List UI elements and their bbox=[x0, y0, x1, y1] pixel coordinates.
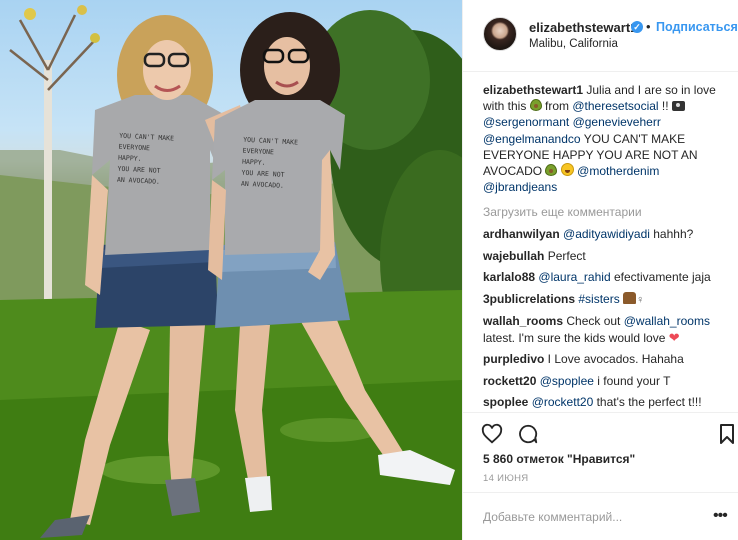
comment-username[interactable]: wallah_rooms bbox=[483, 314, 563, 328]
like-heart-icon[interactable] bbox=[481, 423, 503, 445]
grinning-emoji-icon bbox=[560, 163, 574, 177]
comment-mention[interactable]: @wallah_rooms bbox=[624, 314, 710, 328]
comment-username[interactable]: karlalo88 bbox=[483, 270, 535, 284]
comment-username[interactable]: purpledivo bbox=[483, 352, 544, 366]
caption-username[interactable]: elizabethstewart1 bbox=[483, 83, 583, 97]
avocado-emoji-icon bbox=[545, 164, 558, 177]
post-actions-bar bbox=[463, 412, 738, 452]
comment-item: ardhanwilyan @adityawidiyadi hahhh? bbox=[483, 226, 731, 242]
caption-mention[interactable]: @theresetsocial bbox=[572, 99, 658, 113]
comment-item: wajebullah Perfect bbox=[483, 248, 731, 264]
location-link[interactable]: Malibu, California bbox=[529, 38, 618, 50]
avatar[interactable] bbox=[483, 17, 517, 51]
follow-button[interactable]: Подписаться bbox=[656, 20, 738, 34]
speech-bubble-icon bbox=[519, 424, 538, 444]
avocado-emoji-icon bbox=[529, 99, 542, 112]
post-header: elizabethstewart1 ✓ • Подписаться Malibu… bbox=[463, 0, 738, 72]
comment-text: that's the perfect t!!! bbox=[593, 395, 702, 410]
header-username[interactable]: elizabethstewart1 bbox=[529, 20, 637, 35]
right-shirt-print: YOU CAN'T MAKE EVERYONE HAPPY. YOU ARE N… bbox=[241, 135, 334, 195]
comment-item: karlalo88 @laura_rahid efectivamente jaj… bbox=[483, 269, 731, 285]
more-options-icon[interactable]: ••• bbox=[713, 507, 728, 525]
caption-mention[interactable]: @sergenormant bbox=[483, 115, 569, 129]
camera-emoji-icon bbox=[671, 101, 685, 112]
post-caption: elizabethstewart1 Julia and I are so in … bbox=[483, 82, 731, 195]
comment-item: wallah_rooms Check out @wallah_rooms lat… bbox=[483, 313, 731, 345]
post-date: 14 ИЮНЯ bbox=[483, 473, 529, 484]
save-bookmark-icon[interactable] bbox=[719, 423, 735, 445]
bookmark-icon bbox=[720, 424, 734, 444]
comment-text: hahhh? bbox=[649, 227, 694, 242]
caption-text: from bbox=[541, 99, 573, 114]
photo-illustration bbox=[0, 5, 462, 540]
post-side-panel: elizabethstewart1 ✓ • Подписаться Malibu… bbox=[462, 0, 738, 540]
add-comment-input[interactable] bbox=[483, 507, 713, 527]
header-separator: • bbox=[646, 19, 651, 34]
comment-mention[interactable]: @laura_rahid bbox=[538, 270, 610, 284]
comment-item: 3publicrelations #sisters ♀ bbox=[483, 291, 731, 308]
caption-mention[interactable]: @engelmanandco bbox=[483, 132, 581, 146]
comment-username[interactable]: spoplee bbox=[483, 395, 528, 409]
comment-text: efectivamente jaja bbox=[610, 270, 711, 285]
load-more-comments-link[interactable]: Загрузить еще комментарии bbox=[483, 204, 731, 220]
left-shirt-print: YOU CAN'T MAKE EVERYONE HAPPY. YOU ARE N… bbox=[117, 131, 210, 191]
comment-mention[interactable]: @spoplee bbox=[540, 374, 594, 388]
comment-item: purpledivo I Love avocados. Hahaha bbox=[483, 351, 731, 367]
comment-username[interactable]: wajebullah bbox=[483, 249, 544, 263]
comment-text: I Love avocados. Hahaha bbox=[544, 352, 684, 367]
heart-outline-icon bbox=[481, 423, 503, 444]
comment-username[interactable]: 3publicrelations bbox=[483, 292, 575, 306]
likes-count[interactable]: 5 860 отметок "Нравится" bbox=[483, 452, 635, 466]
red-heart-emoji-icon: ❤ bbox=[668, 329, 680, 345]
verified-badge-icon: ✓ bbox=[631, 21, 643, 33]
post-photo[interactable]: YOU CAN'T MAKE EVERYONE HAPPY. YOU ARE N… bbox=[0, 0, 462, 540]
comment-item: spoplee @rockett20 that's the perfect t!… bbox=[483, 394, 731, 410]
add-comment-bar: ••• bbox=[463, 492, 738, 540]
family-emoji-icon bbox=[623, 291, 637, 304]
caption-mention[interactable]: @genevieveherr bbox=[573, 115, 661, 129]
comments-list: elizabethstewart1 Julia and I are so in … bbox=[483, 82, 731, 411]
comment-text: Perfect bbox=[544, 248, 586, 263]
comment-bubble-icon[interactable] bbox=[517, 423, 539, 445]
comment-text: Check out bbox=[563, 314, 624, 329]
comment-text: i found your T bbox=[593, 373, 671, 388]
caption-mention[interactable]: @motherdenim bbox=[577, 164, 659, 178]
comment-mention[interactable]: @adityawidiyadi bbox=[563, 227, 650, 241]
female-sign-icon: ♀ bbox=[636, 293, 645, 306]
comment-item: rockett20 @spoplee i found your T bbox=[483, 373, 731, 389]
comment-username[interactable]: ardhanwilyan bbox=[483, 227, 560, 241]
comment-mention[interactable]: @rockett20 bbox=[532, 395, 594, 409]
caption-text: !! bbox=[658, 99, 672, 114]
caption-mention[interactable]: @jbrandjeans bbox=[483, 180, 557, 194]
comment-text: latest. I'm sure the kids would love bbox=[483, 330, 669, 345]
comment-username[interactable]: rockett20 bbox=[483, 374, 536, 388]
comment-hashtag[interactable]: #sisters bbox=[578, 292, 619, 306]
